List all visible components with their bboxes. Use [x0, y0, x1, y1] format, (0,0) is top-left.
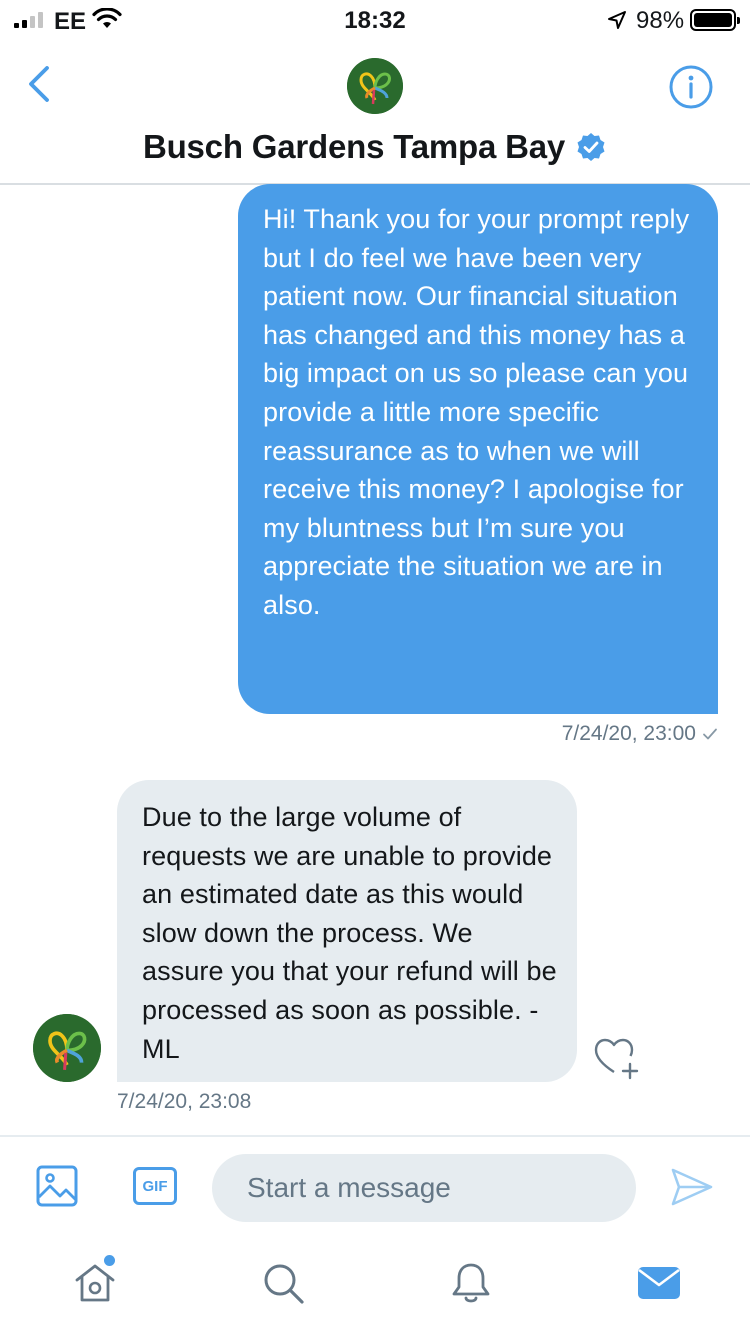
gif-button[interactable]: GIF: [133, 1167, 177, 1205]
like-icon[interactable]: [594, 1036, 640, 1080]
mail-icon[interactable]: [636, 1260, 682, 1306]
home-icon[interactable]: [72, 1260, 118, 1306]
outgoing-message-bubble[interactable]: Hi! Thank you for your prompt reply but …: [238, 184, 718, 714]
incoming-message-timestamp: 7/24/20, 23:08: [117, 1090, 252, 1113]
home-notification-dot: [104, 1255, 115, 1266]
busch-gardens-logo-icon: [33, 1014, 101, 1082]
message-composer: GIF: [0, 1135, 750, 1235]
back-arrow-icon[interactable]: [20, 62, 60, 106]
search-icon[interactable]: [260, 1260, 306, 1306]
image-icon[interactable]: [36, 1165, 78, 1207]
conversation-header: Busch Gardens Tampa Bay: [0, 40, 750, 185]
outgoing-message-timestamp: 7/24/20, 23:00: [562, 722, 718, 746]
bell-icon[interactable]: [448, 1260, 494, 1306]
sender-avatar[interactable]: [33, 1014, 101, 1082]
info-icon[interactable]: [668, 64, 714, 110]
verified-badge-icon: [577, 133, 605, 161]
page-title: Busch Gardens Tampa Bay: [142, 128, 566, 165]
incoming-message-bubble[interactable]: Due to the large volume of requests we a…: [117, 780, 577, 1082]
battery-percentage: 98%: [636, 7, 685, 34]
send-icon[interactable]: [670, 1167, 714, 1207]
header-avatar[interactable]: [347, 58, 403, 114]
busch-gardens-logo-icon: [347, 58, 403, 114]
header-title-row: Busch Gardens Tampa Bay: [0, 128, 750, 166]
message-input[interactable]: [212, 1154, 636, 1222]
sent-checkmark-icon: [703, 728, 717, 740]
location-arrow-icon: [608, 11, 626, 29]
battery-icon: [690, 9, 740, 31]
status-bar: EE 18:32 98%: [0, 0, 750, 40]
timestamp-text: 7/24/20, 23:00: [561, 722, 696, 745]
bottom-tab-bar: [0, 1240, 750, 1334]
